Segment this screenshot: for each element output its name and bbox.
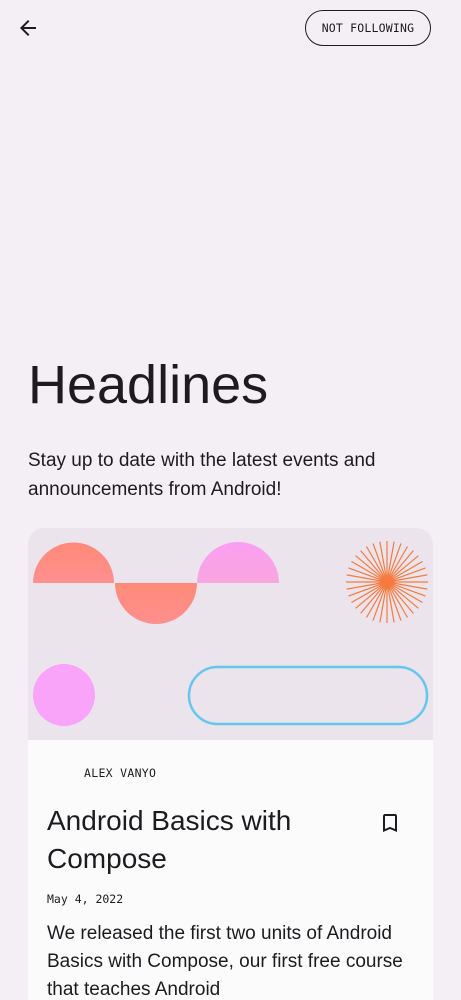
pink-circle — [33, 664, 95, 726]
news-author: ALEX VANYO — [84, 766, 157, 780]
news-title[interactable]: Android Basics with Compose — [47, 802, 347, 878]
burst-center — [381, 576, 393, 588]
coral-half-circle-top — [33, 542, 114, 583]
topic-description: Stay up to date with the latest events a… — [28, 450, 376, 500]
back-button[interactable] — [12, 12, 44, 44]
arrow-back-icon — [20, 20, 36, 36]
topic-screen: NOT FOLLOWING Headlines Stay up to date … — [0, 0, 461, 1000]
header-illustration — [33, 541, 429, 726]
news-date: May 4, 2022 — [47, 892, 124, 906]
coral-half-circle-bottom — [115, 583, 197, 624]
news-card-header-image — [28, 528, 433, 740]
blue-pill-outline — [187, 665, 429, 726]
topic-title: Headlines — [28, 355, 269, 415]
news-description: We released the first two units of Andro… — [47, 923, 403, 1000]
bookmark-button[interactable] — [378, 811, 402, 835]
bookmark-outline-icon — [383, 814, 397, 832]
orange-burst — [346, 541, 428, 623]
pink-half-circle — [197, 542, 279, 583]
news-card[interactable]: ALEX VANYO Android Basics with Compose M… — [28, 528, 433, 1000]
follow-button[interactable]: NOT FOLLOWING — [305, 10, 431, 46]
